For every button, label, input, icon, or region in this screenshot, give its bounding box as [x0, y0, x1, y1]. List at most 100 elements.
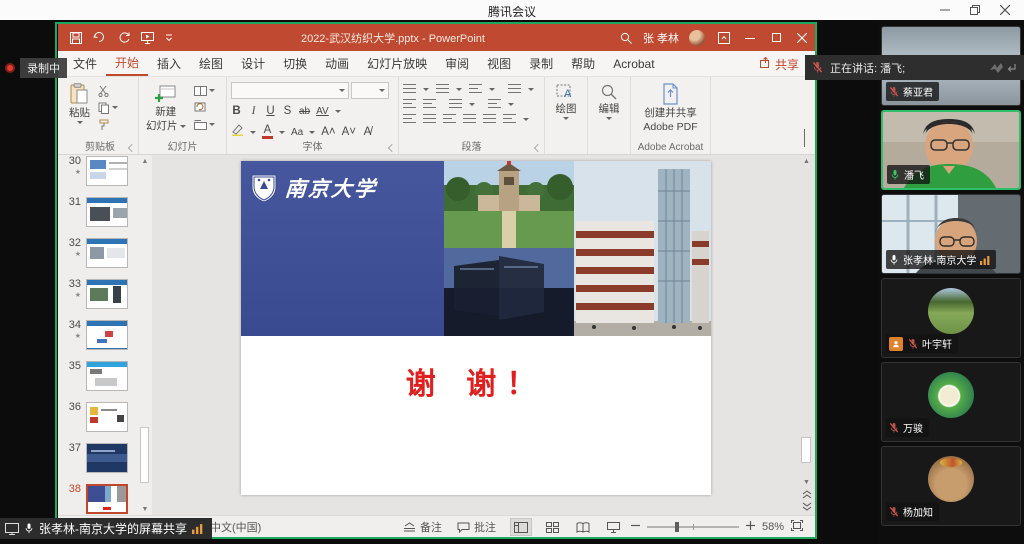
slide-thumbnail[interactable] — [86, 443, 128, 473]
columns-icon[interactable] — [483, 114, 496, 124]
save-icon[interactable] — [70, 32, 82, 44]
scroll-down-icon[interactable]: ▼ — [142, 503, 149, 515]
grow-font-button[interactable]: A˄ — [321, 126, 335, 138]
decrease-indent-icon[interactable] — [403, 99, 416, 109]
slide-thumbnail[interactable] — [86, 156, 128, 186]
change-case-button[interactable]: Aa — [291, 127, 303, 138]
drawing-button[interactable]: A 绘图 — [553, 82, 580, 141]
tab-animations[interactable]: 动画 — [316, 51, 358, 76]
participant-tile[interactable]: 张孝林-南京大学 — [881, 194, 1021, 274]
thumbnail-row-selected[interactable]: 38 — [58, 484, 152, 514]
thumbnail-row[interactable]: 30★ — [58, 156, 152, 186]
tab-transitions[interactable]: 切换 — [274, 51, 316, 76]
scroll-up-icon[interactable]: ▲ — [142, 155, 149, 167]
font-size-select[interactable] — [351, 82, 389, 99]
ppt-close-button[interactable] — [789, 24, 815, 51]
editing-button[interactable]: 编辑 — [596, 82, 623, 141]
italic-button[interactable]: I — [248, 105, 259, 117]
slide-thumbnail[interactable] — [86, 279, 128, 309]
thumbnail-row[interactable]: 36 — [58, 402, 152, 432]
tab-review[interactable]: 审阅 — [436, 51, 478, 76]
slide-thumbnail[interactable] — [86, 402, 128, 432]
thumbnail-row[interactable]: 31 — [58, 197, 152, 227]
share-button[interactable]: 共享 — [760, 51, 799, 77]
zoom-slider[interactable] — [647, 526, 739, 528]
qat-customize-icon[interactable] — [165, 34, 173, 42]
thumbnail-row[interactable]: 33★ — [58, 279, 152, 309]
reset-slide-button[interactable] — [194, 101, 215, 114]
font-name-select[interactable] — [231, 82, 349, 99]
character-spacing-button[interactable]: AV — [316, 106, 329, 117]
tab-record[interactable]: 录制 — [520, 51, 562, 76]
os-maximize-button[interactable] — [960, 0, 990, 20]
clear-formatting-button[interactable]: A̸ — [362, 126, 373, 138]
slideshow-view-button[interactable] — [604, 518, 623, 536]
account-name[interactable]: 张 孝林 — [643, 30, 679, 46]
section-button[interactable] — [194, 118, 215, 131]
scroll-down-icon[interactable]: ▼ — [803, 479, 810, 486]
zoom-slider-thumb[interactable] — [675, 522, 679, 532]
os-close-button[interactable] — [990, 0, 1020, 20]
undo-icon[interactable] — [93, 32, 107, 43]
tab-home[interactable]: 开始 — [106, 51, 148, 76]
thumbnail-row[interactable]: 32★ — [58, 238, 152, 268]
cut-button[interactable] — [98, 84, 118, 97]
collapse-ribbon-button[interactable] — [804, 130, 805, 148]
thumbnail-row[interactable]: 37 — [58, 443, 152, 473]
start-slideshow-icon[interactable] — [141, 32, 154, 44]
convert-smartart-icon[interactable] — [503, 114, 516, 124]
participant-tile-speaking[interactable]: 潘飞 — [881, 110, 1021, 190]
thumbnail-row[interactable]: 35 — [58, 361, 152, 391]
slide-scroll-thumb[interactable] — [801, 437, 811, 463]
slide-scroll-track[interactable] — [800, 165, 813, 479]
line-spacing-icon[interactable] — [508, 84, 521, 94]
text-shadow-button[interactable]: ab — [299, 106, 310, 117]
thumbnail-scrollbar[interactable]: ▲ ▼ — [139, 155, 151, 515]
multilevel-list-icon[interactable] — [469, 84, 482, 94]
account-avatar[interactable] — [689, 30, 705, 46]
ribbon-display-options-icon[interactable] — [711, 24, 737, 51]
zoom-out-button[interactable] — [631, 521, 640, 533]
notes-button[interactable]: 备注 — [403, 516, 442, 538]
tab-draw[interactable]: 绘图 — [190, 51, 232, 76]
ppt-maximize-button[interactable] — [763, 24, 789, 51]
align-left-icon[interactable] — [403, 114, 416, 124]
previous-slide-button[interactable] — [802, 490, 812, 499]
numbering-icon[interactable] — [436, 84, 449, 94]
participant-tile[interactable]: 叶宇轩 — [881, 278, 1021, 358]
align-center-icon[interactable] — [423, 114, 436, 124]
tab-file[interactable]: 文件 — [64, 51, 106, 76]
zoom-in-button[interactable] — [746, 521, 755, 533]
format-painter-button[interactable] — [98, 118, 118, 131]
slide-thumbnail[interactable] — [86, 197, 128, 227]
ppt-minimize-button[interactable] — [737, 24, 763, 51]
align-text-icon[interactable] — [488, 99, 501, 109]
bullets-icon[interactable] — [403, 84, 416, 94]
scroll-up-icon[interactable]: ▲ — [803, 158, 810, 165]
thumbnail-scroll-track[interactable] — [139, 167, 151, 503]
back-arrow-icon[interactable] — [989, 62, 1005, 74]
comments-button[interactable]: 批注 — [457, 516, 496, 538]
reading-view-button[interactable] — [573, 518, 593, 536]
copy-button[interactable] — [98, 101, 118, 114]
return-arrow-icon[interactable] — [1007, 63, 1017, 73]
slide-sorter-view-button[interactable] — [543, 518, 562, 536]
slide-thumbnail[interactable] — [86, 361, 128, 391]
thumbnail-row[interactable]: 34★ — [58, 320, 152, 350]
slide-layout-button[interactable] — [194, 84, 215, 97]
tab-slideshow[interactable]: 幻灯片放映 — [358, 51, 436, 76]
redo-icon[interactable] — [118, 32, 130, 44]
os-minimize-button[interactable] — [930, 0, 960, 20]
create-share-pdf-button[interactable]: 创建并共享 Adobe PDF — [640, 82, 700, 141]
thumbnail-scroll-thumb[interactable] — [140, 427, 149, 483]
bold-button[interactable]: B — [231, 105, 242, 117]
language-status[interactable]: 中文(中国) — [210, 516, 261, 538]
slide-scrollbar[interactable]: ▲ ▼ — [800, 158, 813, 511]
strikethrough-button[interactable]: S — [282, 105, 293, 117]
new-slide-button[interactable]: 新建 幻灯片 — [143, 82, 189, 141]
justify-icon[interactable] — [463, 114, 476, 124]
tab-design[interactable]: 设计 — [232, 51, 274, 76]
zoom-percentage[interactable]: 58% — [762, 521, 784, 533]
paste-button[interactable]: 粘贴 — [66, 82, 93, 141]
normal-view-button[interactable] — [510, 518, 532, 536]
